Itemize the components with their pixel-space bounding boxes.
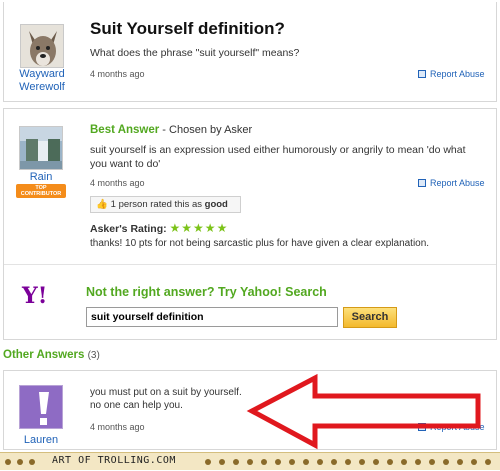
asker-rating-label: Asker's Rating: [90,223,167,235]
asker-name[interactable]: Wayward Werewolf [12,68,72,94]
answer-text: you must put on a suit by yourself. no o… [90,387,242,411]
chosen-by-label: - Chosen by Asker [159,124,253,136]
watermark-footer: ART OF TROLLING.COM [0,452,500,470]
top-contributor-badge: TOP CONTRIBUTOR [16,184,66,198]
question-title: Suit Yourself definition? [90,19,285,38]
question-time: 4 months ago [90,69,145,79]
question-details: What does the phrase "suit yourself" mea… [90,47,300,59]
rating-stars: ★★★★★ [169,221,229,235]
search-promo-heading: Not the right answer? Try Yahoo! Search [86,285,327,299]
report-abuse-link[interactable]: Report Abuse [418,178,485,188]
answerer-avatar[interactable] [19,385,63,429]
best-answer-text: suit yourself is an expression used eith… [90,144,466,170]
rating-box[interactable]: 👍 1 person rated this as good [90,196,241,213]
best-answer-heading: Best Answer [90,124,160,136]
report-abuse-link[interactable]: Report Abuse [418,69,485,79]
asker-rating: Asker's Rating: ★★★★★ [90,221,228,235]
flag-icon [418,423,426,431]
answerer-name[interactable]: Lauren [12,434,70,447]
wolf-avatar-icon [21,25,63,67]
answerer-avatar[interactable] [19,126,63,170]
flag-icon [418,179,426,187]
watermark-text: ART OF TROLLING.COM [48,455,180,466]
answer-card: Lauren you must put on a suit by yoursel… [3,370,497,450]
best-answer-time: 4 months ago [90,178,145,188]
answerer-name[interactable]: Rain [12,171,70,184]
thumbs-up-icon: 👍 [96,199,108,210]
waterfall-avatar-icon [20,127,62,169]
best-answer-card: Rain TOP CONTRIBUTOR Best Answer - Chose… [3,108,497,340]
yahoo-logo[interactable]: Y! [22,283,66,313]
search-button[interactable]: Search [343,307,397,328]
question-card: Wayward Werewolf Suit Yourself definitio… [3,2,497,102]
search-input[interactable]: suit yourself definition [86,307,338,327]
best-answer-header: Best Answer - Chosen by Asker [90,124,252,136]
flag-icon [418,70,426,78]
answer-time: 4 months ago [90,422,145,432]
report-abuse-link[interactable]: Report Abuse [418,422,485,432]
other-answers-header: Other Answers (3) [3,349,100,361]
other-answers-heading: Other Answers [3,349,85,361]
asker-comment: thanks! 10 pts for not being sarcastic p… [90,238,430,249]
exclamation-avatar-icon [20,386,62,428]
asker-avatar[interactable] [20,24,64,68]
other-answers-count: (3) [87,350,100,361]
divider [4,264,496,265]
